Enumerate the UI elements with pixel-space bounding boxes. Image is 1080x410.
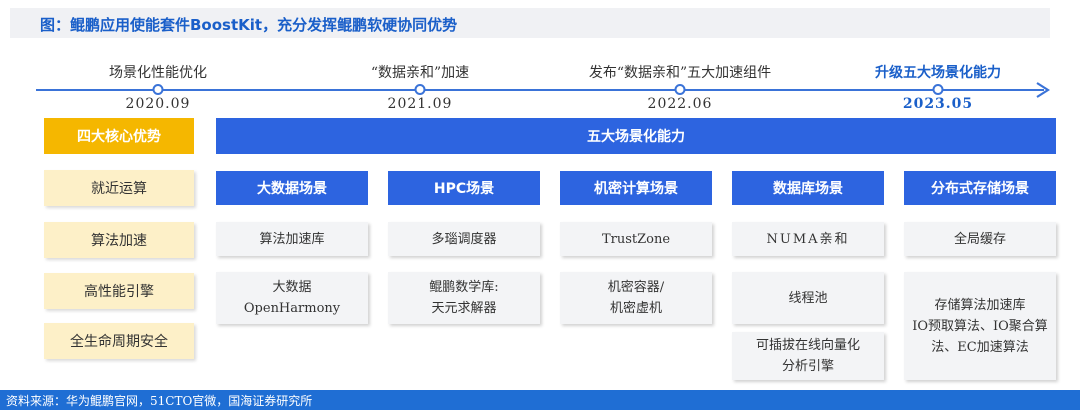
- scenario-cell: TrustZone: [560, 222, 712, 256]
- advantage-item: 就近运算: [44, 170, 194, 206]
- figure-title: 图：鲲鹏应用使能套件BoostKit，充分发挥鲲鹏软硬协同优势: [40, 16, 458, 34]
- timeline-date-2: 2021.09: [387, 96, 453, 112]
- timeline-line: [36, 89, 1044, 91]
- timeline-dot-3: [674, 84, 686, 95]
- scenario-header-confidential: 机密计算场景: [560, 171, 712, 205]
- timeline-date-1: 2020.09: [125, 96, 191, 112]
- scenario-capabilities-header: 五大场景化能力: [216, 118, 1056, 154]
- title-bar: 图：鲲鹏应用使能套件BoostKit，充分发挥鲲鹏软硬协同优势: [10, 8, 1050, 38]
- scenario-cell: 全局缓存: [904, 222, 1056, 256]
- scenario-header-bigdata: 大数据场景: [216, 171, 368, 205]
- scenario-header-storage: 分布式存储场景: [904, 171, 1056, 205]
- scenario-cell: 大数据 OpenHarmony: [216, 272, 368, 324]
- core-advantages-header: 四大核心优势: [44, 118, 194, 154]
- scenario-cell: 机密容器/ 机密虚机: [560, 272, 712, 324]
- advantage-item: 算法加速: [44, 222, 194, 258]
- timeline-label-4: 升级五大场景化能力: [875, 65, 1001, 81]
- timeline-arrow-icon: [1036, 82, 1050, 98]
- timeline-label-1: 场景化性能优化: [109, 65, 207, 81]
- timeline-dot-1: [152, 84, 164, 95]
- scenario-cell: NUMA亲和: [732, 222, 884, 256]
- scenario-cell: 鲲鹏数学库: 天元求解器: [388, 272, 540, 324]
- scenario-cell: 存储算法加速库 IO预取算法、IO聚合算 法、EC加速算法: [904, 272, 1056, 380]
- scenario-cell: 多瑙调度器: [388, 222, 540, 256]
- advantage-item: 全生命周期安全: [44, 323, 194, 359]
- source-footer: 资料来源：华为鲲鹏官网，51CTO官微，国海证券研究所: [0, 390, 1080, 410]
- scenario-header-hpc: HPC场景: [388, 171, 540, 205]
- scenario-cell: 算法加速库: [216, 222, 368, 256]
- timeline-dot-2: [414, 84, 426, 95]
- advantage-item: 高性能引擎: [44, 273, 194, 309]
- scenario-cell: 线程池: [732, 272, 884, 324]
- timeline-label-2: “数据亲和”加速: [370, 65, 470, 81]
- timeline-label-3: 发布“数据亲和”五大加速组件: [588, 65, 772, 81]
- source-text: 资料来源：华为鲲鹏官网，51CTO官微，国海证券研究所: [6, 394, 313, 408]
- scenario-cell: 可插拔在线向量化 分析引擎: [732, 332, 884, 380]
- timeline-date-4: 2023.05: [902, 96, 974, 112]
- timeline-dot-4: [932, 84, 944, 95]
- scenario-header-database: 数据库场景: [732, 171, 884, 205]
- timeline-date-3: 2022.06: [647, 96, 713, 112]
